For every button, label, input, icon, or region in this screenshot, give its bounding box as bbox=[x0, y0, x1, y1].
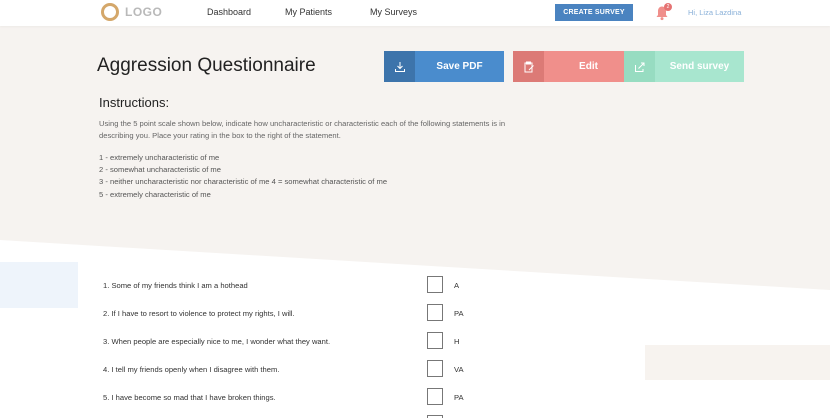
page-title: Aggression Questionnaire bbox=[97, 55, 316, 76]
nav-my-surveys[interactable]: My Surveys bbox=[370, 7, 417, 17]
nav-my-patients[interactable]: My Patients bbox=[285, 7, 332, 17]
logo-circle-icon bbox=[101, 3, 119, 21]
question-row: 1. Some of my friends think I am a hothe… bbox=[0, 276, 830, 298]
create-survey-button[interactable]: CREATE SURVEY bbox=[555, 4, 633, 21]
question-category-code: A bbox=[454, 281, 460, 290]
rating-scale-list: 1 - extremely uncharacteristic of me 2 -… bbox=[99, 152, 387, 201]
question-category-code: H bbox=[454, 337, 460, 346]
question-text: 5. I have become so mad that I have brok… bbox=[103, 393, 276, 402]
scale-item: 2 - somewhat uncharacteristic of me bbox=[99, 165, 221, 175]
edit-label: Edit bbox=[579, 61, 598, 72]
question-category-code: PA bbox=[454, 393, 464, 402]
question-text: 1. Some of my friends think I am a hothe… bbox=[103, 281, 248, 290]
question-row: 5. I have become so mad that I have brok… bbox=[0, 388, 830, 410]
scale-item: 1 - extremely uncharacteristic of me bbox=[99, 153, 220, 162]
rating-input-box[interactable] bbox=[427, 276, 443, 293]
user-greeting[interactable]: Hi, Liza Lazdina bbox=[688, 8, 741, 17]
question-row: 3. When people are especially nice to me… bbox=[0, 332, 830, 354]
question-category-code: VA bbox=[454, 365, 464, 374]
page: LOGO Dashboard My Patients My Surveys CR… bbox=[0, 0, 830, 418]
instructions-heading: Instructions: bbox=[99, 95, 170, 110]
question-text: 3. When people are especially nice to me… bbox=[103, 337, 331, 346]
header-background bbox=[0, 0, 830, 290]
save-pdf-label: Save PDF bbox=[436, 61, 483, 72]
instructions-text: Using the 5 point scale shown below, ind… bbox=[99, 119, 506, 140]
download-icon bbox=[384, 51, 415, 82]
send-survey-button[interactable]: Send survey bbox=[624, 51, 744, 82]
scale-item: 5 - extremely characteristic of me bbox=[99, 189, 211, 199]
save-pdf-button[interactable]: Save PDF bbox=[384, 51, 504, 82]
scale-item: 3 - neither uncharacteristic nor charact… bbox=[99, 177, 388, 187]
rating-input-box[interactable] bbox=[427, 388, 443, 405]
question-text: 4. I tell my friends openly when I disag… bbox=[103, 365, 280, 374]
question-row: 4. I tell my friends openly when I disag… bbox=[0, 360, 830, 382]
top-navbar: LOGO Dashboard My Patients My Surveys CR… bbox=[0, 0, 830, 26]
rating-input-box[interactable] bbox=[427, 332, 443, 349]
send-survey-label: Send survey bbox=[669, 61, 730, 72]
clipboard-edit-icon bbox=[513, 51, 544, 82]
logo[interactable]: LOGO bbox=[101, 3, 162, 21]
edit-button[interactable]: Edit bbox=[513, 51, 633, 82]
question-category-code: PA bbox=[454, 309, 464, 318]
nav-dashboard[interactable]: Dashboard bbox=[207, 7, 251, 17]
share-icon bbox=[624, 51, 655, 82]
question-row: 2. If I have to resort to violence to pr… bbox=[0, 304, 830, 326]
rating-input-box[interactable] bbox=[427, 360, 443, 377]
logo-text: LOGO bbox=[125, 5, 163, 19]
rating-input-box[interactable] bbox=[427, 304, 443, 321]
question-text: 2. If I have to resort to violence to pr… bbox=[103, 309, 295, 318]
notification-badge: 2 bbox=[664, 3, 672, 11]
